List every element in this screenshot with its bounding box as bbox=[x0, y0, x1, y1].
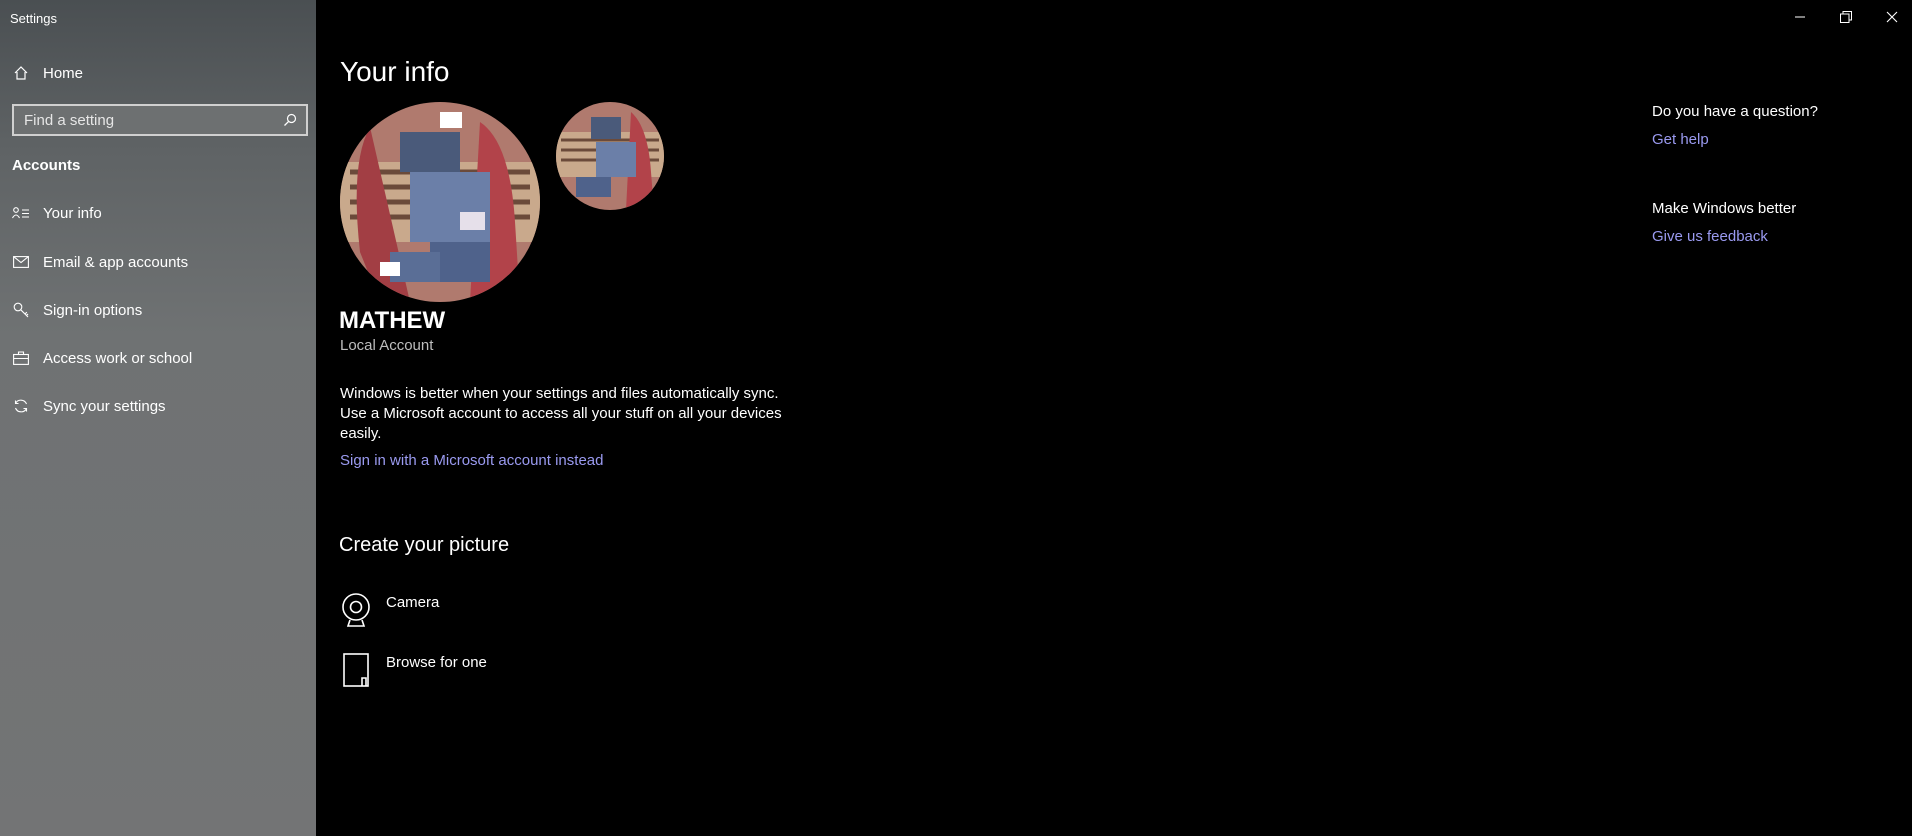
window-title: Settings bbox=[10, 11, 57, 26]
sync-description: Windows is better when your settings and… bbox=[340, 385, 782, 442]
sidebar-item-email-app-accounts[interactable]: Email & app accounts bbox=[0, 242, 316, 282]
help-question: Do you have a question? bbox=[1652, 103, 1818, 120]
home-icon bbox=[11, 63, 31, 83]
sidebar-item-your-info[interactable]: Your info bbox=[0, 193, 316, 233]
sidebar-item-sync-settings[interactable]: Sync your settings bbox=[0, 386, 316, 426]
signin-microsoft-link[interactable]: Sign in with a Microsoft account instead bbox=[340, 452, 603, 469]
account-picture-large bbox=[340, 102, 540, 302]
contact-info-icon bbox=[11, 203, 31, 223]
search-box[interactable] bbox=[12, 104, 308, 136]
search-input[interactable] bbox=[14, 110, 278, 130]
create-picture-heading: Create your picture bbox=[339, 534, 510, 556]
section-label: Accounts bbox=[12, 157, 81, 174]
camera-option[interactable]: Camera bbox=[340, 592, 439, 628]
give-feedback-link[interactable]: Give us feedback bbox=[1652, 228, 1768, 245]
sidebar-item-label: Home bbox=[43, 64, 84, 82]
account-type: Local Account bbox=[340, 337, 434, 354]
sidebar-item-label: Access work or school bbox=[43, 349, 193, 367]
sidebar-item-label: Sync your settings bbox=[43, 397, 166, 415]
sidebar-item-home[interactable]: Home bbox=[0, 53, 316, 93]
get-help-link[interactable]: Get help bbox=[1652, 131, 1709, 148]
browse-label: Browse for one bbox=[386, 654, 487, 671]
main-content: Your info MATHEW Local Account Windows i… bbox=[316, 0, 1912, 836]
sidebar-item-label: Email & app accounts bbox=[43, 253, 189, 271]
camera-label: Camera bbox=[386, 594, 440, 611]
sidebar-item-sign-in-options[interactable]: Sign-in options bbox=[0, 290, 316, 330]
make-better-label: Make Windows better bbox=[1652, 200, 1797, 217]
sidebar: Settings Home Accounts Your info Email &… bbox=[0, 0, 316, 836]
briefcase-icon bbox=[11, 348, 31, 368]
account-picture-small bbox=[556, 102, 664, 210]
page-title: Your info bbox=[340, 56, 450, 87]
mail-icon bbox=[11, 252, 31, 272]
browse-file-icon bbox=[340, 652, 372, 688]
browse-option[interactable]: Browse for one bbox=[340, 652, 487, 688]
key-icon bbox=[11, 300, 31, 320]
sidebar-item-label: Your info bbox=[43, 204, 102, 222]
sync-icon bbox=[11, 396, 31, 416]
camera-icon bbox=[340, 592, 372, 628]
sidebar-item-label: Sign-in options bbox=[43, 301, 143, 319]
sidebar-item-access-work-school[interactable]: Access work or school bbox=[0, 338, 316, 378]
username: MATHEW bbox=[339, 307, 446, 334]
search-icon[interactable] bbox=[278, 108, 302, 132]
